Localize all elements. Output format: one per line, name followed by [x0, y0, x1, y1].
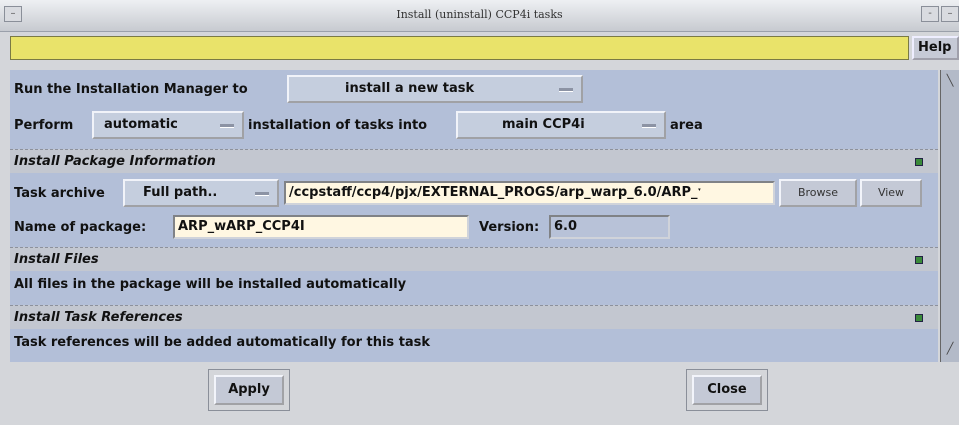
package-name-label: Name of package: — [14, 219, 147, 235]
perform-label: Perform — [14, 117, 74, 133]
maximize-icon: – — [947, 8, 953, 19]
section-title: Install Files — [14, 252, 99, 267]
task-archive-label: Task archive — [14, 185, 105, 201]
window-title: Install (uninstall) CCP4i tasks — [396, 8, 563, 21]
package-name-input[interactable]: ARP_wARP_CCP4I — [173, 215, 469, 239]
files-section-header[interactable]: Install Files — [10, 247, 938, 271]
apply-button[interactable]: Apply — [214, 375, 284, 405]
version-input[interactable]: 6.0 — [549, 215, 670, 239]
menu-indicator-icon — [220, 124, 234, 128]
scroll-up-icon[interactable]: ╲ — [943, 72, 957, 90]
task-archive-row: Task archive Full path.. /ccpstaff/ccp4/… — [10, 178, 938, 208]
run-manager-label: Run the Installation Manager to — [14, 81, 248, 97]
version-label: Version: — [479, 219, 540, 235]
install-method-menu[interactable]: automatic — [92, 111, 244, 139]
minimize-icon: - — [928, 8, 932, 19]
package-row: Name of package: ARP_wARP_CCP4I Version:… — [10, 213, 938, 241]
package-info-section-header[interactable]: Install Package Information — [10, 149, 938, 173]
task-references-section-header[interactable]: Install Task References — [10, 305, 938, 329]
section-title: Install Package Information — [14, 154, 216, 169]
section-toggle-icon[interactable] — [915, 314, 923, 322]
area-label: area — [670, 117, 703, 133]
menu-indicator-icon — [255, 192, 269, 196]
task-archive-path-input[interactable]: /ccpstaff/ccp4/pjx/EXTERNAL_PROGS/arp_wa… — [284, 181, 775, 205]
section-toggle-icon[interactable] — [915, 256, 923, 264]
message-banner — [10, 36, 909, 60]
install-area-value: main CCP4i — [502, 117, 585, 132]
task-references-info-text: Task references will be added automatica… — [14, 335, 431, 350]
install-mode-value: install a new task — [345, 81, 475, 96]
browse-button[interactable]: Browse — [779, 179, 857, 207]
main-panel: Run the Installation Manager to install … — [10, 70, 938, 362]
install-area-menu[interactable]: main CCP4i — [456, 111, 666, 139]
help-button[interactable]: Help — [912, 36, 959, 60]
section-title: Install Task References — [14, 310, 183, 325]
install-method-value: automatic — [104, 117, 178, 132]
title-bar: – Install (uninstall) CCP4i tasks - – — [0, 0, 959, 32]
install-mode-menu[interactable]: install a new task — [287, 75, 583, 103]
view-button[interactable]: View — [860, 179, 922, 207]
scroll-down-icon[interactable]: ╱ — [943, 340, 957, 358]
vertical-scrollbar[interactable]: ╲ ╱ — [940, 70, 959, 362]
path-mode-value: Full path.. — [143, 185, 218, 200]
installation-into-label: installation of tasks into — [248, 117, 428, 133]
path-mode-menu[interactable]: Full path.. — [123, 179, 279, 207]
section-toggle-icon[interactable] — [915, 158, 923, 166]
perform-row: Perform automatic installation of tasks … — [10, 110, 938, 140]
minimize-button[interactable]: - — [921, 6, 939, 22]
maximize-button[interactable]: – — [941, 6, 959, 22]
close-button[interactable]: Close — [692, 375, 762, 405]
files-info-text: All files in the package will be install… — [14, 277, 407, 292]
run-manager-row: Run the Installation Manager to install … — [10, 74, 938, 104]
menu-indicator-icon — [642, 124, 656, 128]
menu-indicator-icon — [559, 88, 573, 92]
